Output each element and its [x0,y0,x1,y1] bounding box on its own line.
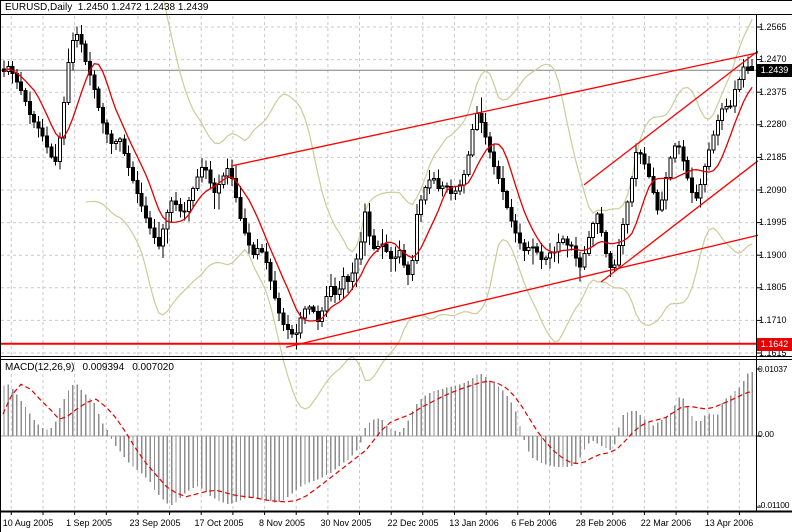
macd-axis-label: 0.01037 [758,364,788,374]
date-axis-label: 13 Apr 2006 [704,518,754,528]
chart-window: EURUSD,Daily 1.2450 1.2472 1.2438 1.2439… [0,0,792,532]
price-axis-label: 1.2185 [759,152,787,162]
price-axis-label: 1.1995 [759,217,787,227]
date-axis-label: 22 Mar 2006 [640,518,692,528]
macd-name: MACD(12,26,9) [5,362,75,373]
date-axis-label: 17 Oct 2005 [194,518,244,528]
price-axis-label: 1.2565 [759,22,787,32]
date-axis-label: 30 Nov 2005 [320,518,372,528]
date-axis-label: 1 Sep 2005 [65,518,113,528]
price-axis-label: 1.1710 [759,315,787,325]
price-axis-label: 1.2470 [759,54,787,64]
current-price-badge: 1.2439 [757,64,792,77]
macd-indicator-label: MACD(12,26,9) 0.009394 0.007020 [5,362,182,373]
macd-signal-value: 0.007020 [132,362,174,373]
date-axis-label: 23 Sep 2005 [129,518,181,528]
price-axis-label: 1.2375 [759,87,787,97]
price-axis-label: 1.1805 [759,282,787,292]
price-axis-label: 1.2280 [759,119,787,129]
macd-main-value: 0.009394 [82,362,125,373]
date-axis-label: 6 Feb 2006 [511,518,557,528]
macd-axis-label: 0.00 [758,429,774,439]
price-axis-label: 1.2090 [759,185,787,195]
macd-axis-label: -0.01100 [758,500,790,510]
price-axis-label: 1.1900 [759,250,787,260]
chart-title: EURUSD,Daily 1.2450 1.2472 1.2438 1.2439 [5,2,209,13]
level-price-badge: 1.1642 [757,338,792,351]
chart-plot-canvas[interactable] [1,1,792,532]
date-axis-label: 8 Nov 2005 [258,518,306,528]
date-axis-label: 28 Feb 2006 [575,518,627,528]
